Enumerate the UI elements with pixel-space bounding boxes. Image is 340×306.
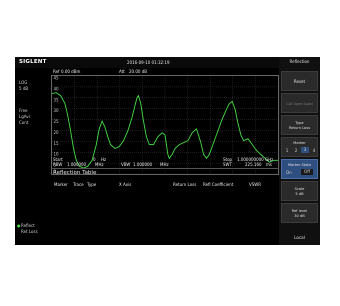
type-value: Return Loss xyxy=(289,126,310,130)
attenuation-label: Att xyxy=(119,69,125,74)
trace-mode: Free xyxy=(19,108,28,113)
ret-loss-label: Ret Loss xyxy=(21,229,38,234)
y-tick-label: 20 xyxy=(54,130,60,135)
marker-option-1[interactable]: 1 xyxy=(283,148,291,153)
marker-state-button[interactable]: Marker State On Off xyxy=(281,159,318,179)
y-tick-label: 45 xyxy=(54,76,60,81)
col-refl-coefficient: Refl Coefficient xyxy=(203,182,234,187)
y-tick-label: 15 xyxy=(54,141,60,146)
type-label: Type xyxy=(295,121,304,125)
marker-label: Marker xyxy=(293,141,306,145)
marker-state-off[interactable]: Off xyxy=(301,169,313,175)
datetime: 2016-09-10 01:32:19 xyxy=(127,60,170,65)
divider xyxy=(51,168,279,169)
y-tick-label: 25 xyxy=(54,119,60,124)
vbw-unit: MHz xyxy=(160,162,169,167)
col-x-axis: X Axis xyxy=(119,182,132,187)
scale-mode: LOG xyxy=(19,80,28,85)
vbw-label: VBW xyxy=(121,162,131,167)
marker-option-2[interactable]: 2 xyxy=(292,148,300,153)
marker-option-4[interactable]: 4 xyxy=(310,148,318,153)
y-tick-label: 40 xyxy=(54,86,60,91)
scale-button[interactable]: Scale 5 dB xyxy=(281,181,318,201)
swt-value: 225.160 xyxy=(245,162,262,167)
sweep-mode: Cont xyxy=(19,120,29,125)
y-tick-label: 30 xyxy=(54,108,60,113)
col-marker: Marker xyxy=(54,182,68,187)
rbw-value: 1.000000 xyxy=(67,162,87,167)
scale-label: Scale xyxy=(294,187,305,191)
softkey-panel: Reflection Reset Cal Open Load Type Retu… xyxy=(279,57,320,245)
marker-state-label: Marker State xyxy=(287,163,312,167)
reflect-indicator-icon: ● xyxy=(17,223,21,228)
col-return-loss: Return Loss xyxy=(173,182,197,187)
swt-label: SWT xyxy=(223,162,232,167)
rbw-unit: MHz xyxy=(95,162,104,167)
menu-title: Reflection xyxy=(289,59,310,64)
marker-button[interactable]: Marker 1 2 3 4 xyxy=(281,137,318,157)
col-trace: Trace xyxy=(73,182,84,187)
y-tick-label: 10 xyxy=(54,152,60,157)
marker-selector[interactable]: 1 2 3 4 xyxy=(283,147,318,154)
cal-open-load-label: Cal Open Load xyxy=(286,102,313,106)
top-bar: SIGLENT 2016-09-10 01:32:19 xyxy=(15,57,320,68)
ref-level-softkey-label: Ref level xyxy=(291,209,308,213)
ref-level-button[interactable]: Ref level 30 dB xyxy=(281,203,318,223)
ref-level-softkey-value: 30 dB xyxy=(294,214,305,218)
left-info-panel: LOG 5 dB Free LgAvr Cont ● Reflect Ret L… xyxy=(15,68,51,245)
col-type: Type xyxy=(87,182,97,187)
local-label[interactable]: Local xyxy=(279,235,320,240)
ref-level-label: Ref xyxy=(53,69,60,74)
rbw-label: RBW xyxy=(53,162,63,167)
type-button[interactable]: Type Return Loss xyxy=(281,115,318,135)
reflect-label: Reflect xyxy=(21,223,35,228)
y-tick-label: 35 xyxy=(54,97,60,102)
avg-type: LgAvr xyxy=(19,114,31,119)
scale-per-div: 5 dB xyxy=(19,86,29,91)
marker-option-3[interactable]: 3 xyxy=(301,147,309,153)
brand-logo: SIGLENT xyxy=(19,59,47,65)
reflection-table: Reflection Table Marker Trace Type X Axi… xyxy=(51,170,277,245)
col-vswr: VSWR xyxy=(249,182,262,187)
attenuation-value: 20.00 dB xyxy=(129,69,148,74)
ref-level-value: 0.00 dBm xyxy=(61,69,81,74)
analyzer-screen: SIGLENT 2016-09-10 01:32:19 LOG 5 dB Fre… xyxy=(15,57,320,245)
scale-value: 5 dB xyxy=(295,192,304,196)
marker-state-on[interactable]: On xyxy=(286,170,292,175)
cal-open-load-button[interactable]: Cal Open Load xyxy=(281,93,318,113)
reflection-table-title: Reflection Table xyxy=(53,170,97,176)
reset-label: Reset xyxy=(293,79,306,84)
reset-button[interactable]: Reset xyxy=(281,71,318,91)
swt-unit: ms xyxy=(266,162,272,167)
vbw-value: 1.000000 xyxy=(133,162,153,167)
